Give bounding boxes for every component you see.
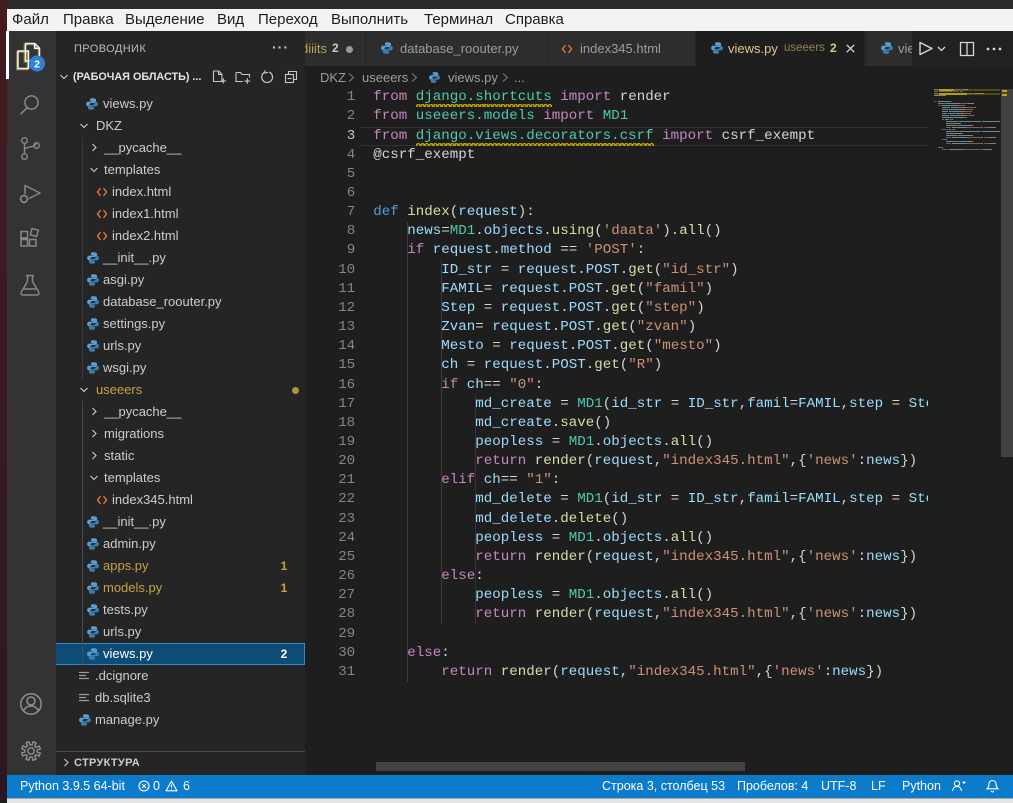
svg-text:2: 2 — [34, 59, 40, 71]
